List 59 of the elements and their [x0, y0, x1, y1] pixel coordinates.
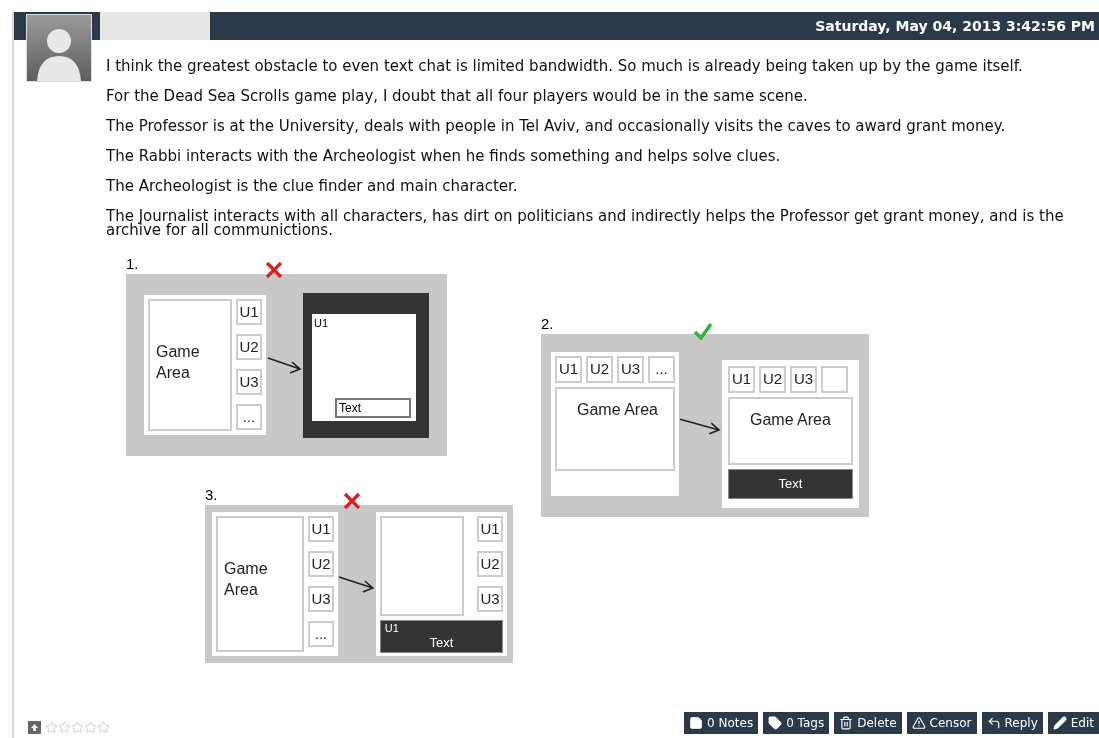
user-slot: U2 [477, 551, 503, 577]
user-slot: U1 [308, 516, 334, 542]
warning-icon [911, 716, 926, 730]
upvote-icon[interactable] [28, 721, 41, 734]
user-slot: U2 [759, 366, 786, 393]
notes-button[interactable]: 0 Notes [684, 712, 759, 734]
game-area: Game Area [728, 397, 853, 465]
user-slot: U3 [477, 586, 503, 612]
post-paragraph: For the Dead Sea Scrolls game play, I doubt that all four players would be in the same scene. [106, 89, 809, 103]
arrow-icon [266, 355, 303, 375]
user-slot: U1 [236, 299, 262, 325]
user-slot: ... [308, 621, 334, 647]
post-date: Saturday, May 04, 2013 3:42:56 PM [815, 17, 1096, 36]
star-icon [97, 721, 110, 734]
star-icon [71, 721, 84, 734]
game-area: Game Area [555, 387, 675, 471]
chat-text: Text [429, 635, 454, 651]
chat-bar: Text [728, 469, 853, 499]
user-slot: U3 [790, 366, 817, 393]
post-paragraph: I think the greatest obstacle to even text chat is limited bandwidth. So much is already being taken up by the game itself. [106, 59, 1024, 73]
user-slot: ... [236, 404, 262, 430]
pencil-icon [1052, 716, 1067, 730]
user-slot: U1 [728, 366, 755, 393]
arrow-icon [338, 574, 376, 594]
post-paragraph: The Journalist interacts with all characters, has dirt on politicians and indirectly helps the Professor get grant money, and is the archive for all communictions. [106, 209, 1065, 237]
arrow-icon [679, 415, 722, 436]
user-slot: U3 [617, 356, 644, 383]
game-area: Game Area [148, 299, 232, 431]
avatar-silhouette-icon [26, 14, 92, 82]
post-paragraph: The Rabbi interacts with the Archeologist when he finds something and helps solve clues. [106, 149, 782, 163]
post-paragraph: The Archeologist is the clue finder and main character. [106, 179, 519, 193]
user-slot: U3 [308, 586, 334, 612]
user-slot: ... [648, 356, 675, 383]
user-slot: U1 [477, 516, 503, 542]
post-paragraph: The Professor is at the University, deals with people in Tel Aviv, and occasionally visits the caves to award grant money. [106, 119, 1007, 133]
star-rating[interactable] [45, 721, 110, 734]
game-area: Game Area [216, 516, 304, 652]
empty-slot [821, 366, 848, 393]
user-slot: U2 [236, 334, 262, 360]
star-icon [84, 721, 97, 734]
delete-button[interactable]: Delete [834, 712, 902, 734]
censor-button[interactable]: Censor [906, 712, 977, 734]
reply-button[interactable]: Reply [981, 712, 1043, 734]
diagram-label: 3. [205, 486, 219, 505]
tags-button[interactable]: 0 Tags [763, 712, 830, 734]
tag-icon [768, 716, 783, 730]
user-slot: U1 [555, 356, 582, 383]
note-icon [689, 716, 704, 730]
user-slot: U2 [586, 356, 613, 383]
diagram-label: 1. [126, 255, 140, 274]
trash-icon [839, 716, 854, 730]
star-icon [58, 721, 71, 734]
edit-button[interactable]: Edit [1047, 712, 1099, 734]
reply-icon [986, 716, 1001, 730]
user-slot: U3 [236, 369, 262, 395]
speaker-label: U1 [384, 622, 399, 635]
star-icon [45, 721, 58, 734]
user-slot: U2 [308, 551, 334, 577]
diagram-label: 2. [541, 315, 555, 334]
